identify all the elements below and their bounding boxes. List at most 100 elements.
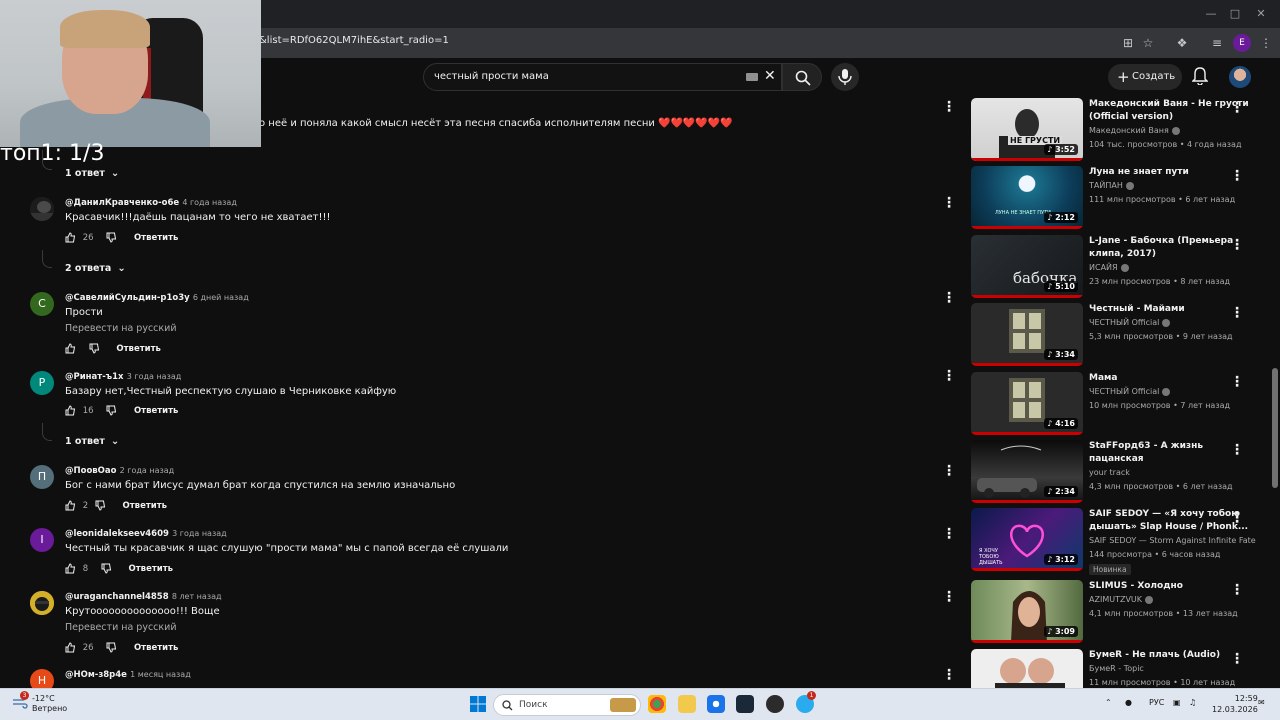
video-menu-icon[interactable]: ⋮ [1230,582,1244,598]
related-video[interactable]: ♪ 3:09 SLIMUS - Холодно AZIMUTZVUK 4,1 м… [971,580,1261,646]
video-thumbnail[interactable]: ЛУНА НЕ ЗНАЕТ ПУТИ ♪ 2:12 [971,166,1083,229]
comment-author[interactable]: @ДанилКравченко-о6е [65,198,179,208]
related-video[interactable]: ♪ 2:34 StaFFорд63 - А жизнь пацанская yo… [971,440,1261,506]
comment-author[interactable]: @НОм-з8р4е [65,670,127,680]
close-window-icon[interactable]: ✕ [1251,4,1271,24]
page-scrollbar[interactable] [1270,58,1280,688]
extensions-icon[interactable]: ❖ [1172,33,1192,53]
channel-name[interactable]: SAIF SEDOY — Storm Against Infinite Fate [1089,536,1256,545]
comment-menu-icon[interactable]: ⋮ [942,196,956,210]
comment-avatar[interactable]: I [30,528,54,552]
like-icon[interactable] [65,500,76,511]
voice-search-button[interactable] [831,63,859,91]
search-box[interactable]: честный прости мама ✕ [423,63,782,91]
account-avatar[interactable] [1229,66,1251,88]
video-thumbnail[interactable]: ♪ 2:34 [971,440,1083,503]
comment-menu-icon[interactable]: ⋮ [942,668,956,682]
related-video[interactable]: НЕ ГРУСТИ ♪ 3:52 Македонский Ваня - Не г… [971,98,1261,164]
video-thumbnail[interactable]: ♪ 4:16 [971,372,1083,435]
dislike-icon[interactable] [89,343,100,354]
video-thumbnail[interactable]: ♪ 3:09 [971,580,1083,643]
like-icon[interactable] [65,642,76,653]
create-button[interactable]: + Создать [1108,64,1182,90]
channel-name[interactable]: AZIMUTZVUK [1089,595,1154,604]
comment-menu-icon[interactable]: ⋮ [942,291,956,305]
comment-time[interactable]: 3 года назад [127,372,182,381]
comment-avatar[interactable] [30,591,54,615]
channel-name[interactable]: your track [1089,468,1130,477]
related-video[interactable]: ♪ 3:34 Честный - Майами ЧЕСТНЫЙ Official… [971,303,1261,369]
video-thumbnail[interactable]: НЕ ГРУСТИ ♪ 3:52 [971,98,1083,161]
network-icon[interactable]: ▣ [1173,698,1181,707]
video-menu-icon[interactable]: ⋮ [1230,100,1244,116]
comment-time[interactable]: 2 года назад [120,466,175,475]
dislike-icon[interactable] [106,232,117,243]
file-explorer-icon[interactable] [678,695,696,713]
comment-avatar[interactable]: Р [30,371,54,395]
language-indicator[interactable]: РУС [1149,698,1164,707]
channel-name[interactable]: Македонский Ваня [1089,126,1180,135]
related-video[interactable]: бабочка ♪ 5:10 L-Jane - Бабочка (Премьер… [971,235,1261,301]
notification-center-icon[interactable]: ✉ [1258,698,1265,707]
related-video[interactable]: Я ХОЧУ ТОБОЮ ДЫШАТЬ ♪ 3:12 SAIF SEDOY — … [971,508,1261,575]
video-menu-icon[interactable]: ⋮ [1230,374,1244,390]
chrome-profile-icon[interactable] [707,695,725,713]
reading-list-icon[interactable]: ≡ [1207,33,1227,53]
video-thumbnail[interactable]: бабочка ♪ 5:10 [971,235,1083,298]
channel-name[interactable]: ТАЙПАН [1089,181,1134,190]
reply-button[interactable]: Ответить [134,643,178,653]
comment-avatar[interactable]: П [30,465,54,489]
like-icon[interactable] [65,563,76,574]
scrollbar-thumb[interactable] [1272,368,1278,488]
browser-menu-icon[interactable]: ⋮ [1256,33,1276,53]
reply-button[interactable]: Ответить [134,406,178,416]
reply-button[interactable]: Ответить [129,564,173,574]
video-menu-icon[interactable]: ⋮ [1230,510,1244,526]
video-menu-icon[interactable]: ⋮ [1230,442,1244,458]
channel-name[interactable]: ЧЕСТНЫЙ Official [1089,387,1171,396]
obs-icon[interactable] [766,695,784,713]
install-app-icon[interactable]: ⊞ [1118,33,1138,53]
comment-author[interactable]: @ПоовОао [65,466,116,476]
telegram-icon[interactable]: 1 [796,691,816,713]
maximize-icon[interactable]: □ [1225,4,1245,24]
comment-menu-icon[interactable]: ⋮ [942,100,956,114]
dislike-icon[interactable] [101,563,112,574]
notifications-bell-icon[interactable] [1192,67,1208,85]
system-clock[interactable]: 12:59 12.03.2026 [1212,693,1258,715]
comment-author[interactable]: @СавелийСульдин-р1о3у [65,293,190,303]
browser-profile-avatar[interactable]: E [1233,34,1251,52]
keyboard-icon[interactable] [746,73,758,81]
channel-name[interactable]: ИСАЙЯ [1089,263,1129,272]
like-icon[interactable] [65,405,76,416]
tray-chevron-icon[interactable]: ⌃ [1105,698,1112,707]
steam-icon[interactable] [736,695,754,713]
translate-link[interactable]: Перевести на русский [65,323,177,334]
bookmark-star-icon[interactable]: ☆ [1138,33,1158,53]
replies-toggle[interactable]: 1 ответ ⌄ [65,436,119,447]
comment-author[interactable]: @leonidalekseev4609 [65,529,169,539]
video-menu-icon[interactable]: ⋮ [1230,168,1244,184]
translate-link[interactable]: Перевести на русский [65,622,177,633]
url-text[interactable]: &list=RDfO62QLM7ihE&start_radio=1 [259,35,449,46]
windows-start-icon[interactable] [469,695,487,713]
comment-avatar[interactable]: С [30,292,54,316]
minimize-icon[interactable]: — [1201,4,1221,24]
comment-menu-icon[interactable]: ⋮ [942,464,956,478]
comment-time[interactable]: 1 месяц назад [130,670,191,679]
microphone-tray-icon[interactable]: ● [1125,698,1132,707]
comment-menu-icon[interactable]: ⋮ [942,527,956,541]
search-input[interactable]: честный прости мама [434,71,549,82]
dislike-icon[interactable] [95,500,106,511]
comment-avatar[interactable] [30,197,54,221]
clear-search-icon[interactable]: ✕ [764,68,776,84]
video-menu-icon[interactable]: ⋮ [1230,237,1244,253]
reply-button[interactable]: Ответить [116,344,160,354]
volume-icon[interactable]: ♫ [1189,698,1196,707]
video-thumbnail[interactable]: Я ХОЧУ ТОБОЮ ДЫШАТЬ ♪ 3:12 [971,508,1083,571]
dislike-icon[interactable] [106,405,117,416]
channel-name[interactable]: ЧЕСТНЫЙ Official [1089,318,1171,327]
comment-time[interactable]: 4 года назад [182,198,237,207]
taskbar-search[interactable]: Поиск [493,694,641,716]
search-button[interactable] [782,63,822,91]
